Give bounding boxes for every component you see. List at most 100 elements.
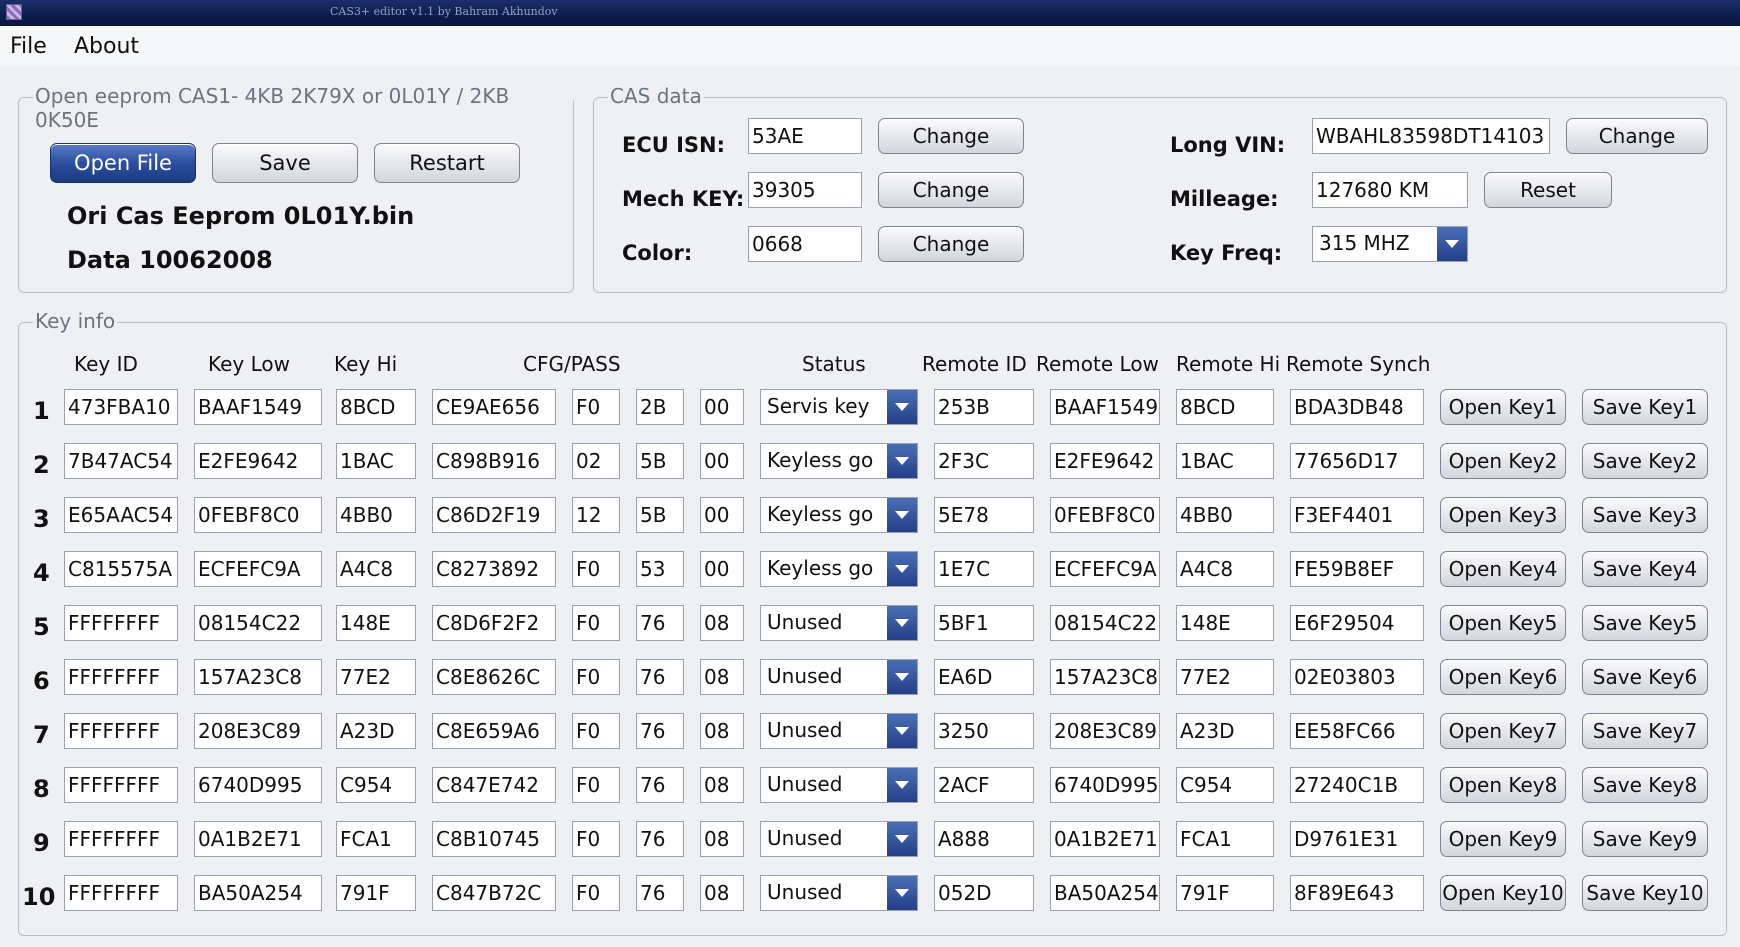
remote-id-field[interactable]: 2F3C xyxy=(934,443,1034,479)
key-id-field[interactable]: 473FBA10 xyxy=(64,389,178,425)
chevron-down-icon[interactable] xyxy=(887,444,917,478)
remote-id-field[interactable]: 2ACF xyxy=(934,767,1034,803)
color-change-button[interactable]: Change xyxy=(878,226,1024,262)
remote-synch-field[interactable]: F3EF4401 xyxy=(1290,497,1424,533)
key-hi-field[interactable]: C954 xyxy=(336,767,416,803)
chevron-down-icon[interactable] xyxy=(887,822,917,856)
key-id-field[interactable]: C815575A xyxy=(64,551,178,587)
remote-low-field[interactable]: 208E3C89 xyxy=(1050,713,1160,749)
pass2-field[interactable]: 76 xyxy=(636,605,684,641)
key-low-field[interactable]: BA50A254 xyxy=(194,875,322,911)
pass3-field[interactable]: 00 xyxy=(700,389,744,425)
cfg-field[interactable]: C898B916 xyxy=(432,443,556,479)
open-key-button[interactable]: Open Key8 xyxy=(1440,767,1566,803)
menu-about[interactable]: About xyxy=(68,32,145,61)
ecu-isn-field[interactable]: 53AE xyxy=(748,118,862,154)
remote-id-field[interactable]: A888 xyxy=(934,821,1034,857)
pass1-field[interactable]: F0 xyxy=(572,551,620,587)
remote-hi-field[interactable]: 148E xyxy=(1176,605,1274,641)
restart-button[interactable]: Restart xyxy=(374,143,520,183)
status-select[interactable]: Unused xyxy=(760,767,918,803)
remote-hi-field[interactable]: 1BAC xyxy=(1176,443,1274,479)
key-low-field[interactable]: 08154C22 xyxy=(194,605,322,641)
remote-synch-field[interactable]: 77656D17 xyxy=(1290,443,1424,479)
key-id-field[interactable]: E65AAC54 xyxy=(64,497,178,533)
save-button[interactable]: Save xyxy=(212,143,358,183)
remote-synch-field[interactable]: D9761E31 xyxy=(1290,821,1424,857)
status-select[interactable]: Servis key xyxy=(760,389,918,425)
chevron-down-icon[interactable] xyxy=(887,498,917,532)
pass2-field[interactable]: 5B xyxy=(636,497,684,533)
remote-low-field[interactable]: 08154C22 xyxy=(1050,605,1160,641)
open-key-button[interactable]: Open Key3 xyxy=(1440,497,1566,533)
remote-low-field[interactable]: BA50A254 xyxy=(1050,875,1160,911)
key-hi-field[interactable]: A23D xyxy=(336,713,416,749)
cfg-field[interactable]: C8D6F2F2 xyxy=(432,605,556,641)
cfg-field[interactable]: C8E659A6 xyxy=(432,713,556,749)
pass3-field[interactable]: 08 xyxy=(700,659,744,695)
key-low-field[interactable]: ECFEFC9A xyxy=(194,551,322,587)
pass1-field[interactable]: F0 xyxy=(572,605,620,641)
remote-low-field[interactable]: E2FE9642 xyxy=(1050,443,1160,479)
chevron-down-icon[interactable] xyxy=(887,876,917,910)
pass2-field[interactable]: 76 xyxy=(636,767,684,803)
pass3-field[interactable]: 00 xyxy=(700,497,744,533)
chevron-down-icon[interactable] xyxy=(887,660,917,694)
pass1-field[interactable]: F0 xyxy=(572,389,620,425)
remote-low-field[interactable]: BAAF1549 xyxy=(1050,389,1160,425)
save-key-button[interactable]: Save Key9 xyxy=(1582,821,1708,857)
key-id-field[interactable]: FFFFFFFF xyxy=(64,605,178,641)
remote-synch-field[interactable]: 27240C1B xyxy=(1290,767,1424,803)
status-select[interactable]: Unused xyxy=(760,713,918,749)
key-id-field[interactable]: FFFFFFFF xyxy=(64,875,178,911)
mech-key-change-button[interactable]: Change xyxy=(878,172,1024,208)
remote-hi-field[interactable]: 77E2 xyxy=(1176,659,1274,695)
pass3-field[interactable]: 08 xyxy=(700,713,744,749)
status-select[interactable]: Unused xyxy=(760,659,918,695)
key-hi-field[interactable]: 791F xyxy=(336,875,416,911)
key-hi-field[interactable]: 4BB0 xyxy=(336,497,416,533)
remote-hi-field[interactable]: FCA1 xyxy=(1176,821,1274,857)
open-key-button[interactable]: Open Key7 xyxy=(1440,713,1566,749)
key-id-field[interactable]: 7B47AC54 xyxy=(64,443,178,479)
save-key-button[interactable]: Save Key6 xyxy=(1582,659,1708,695)
ecu-isn-change-button[interactable]: Change xyxy=(878,118,1024,154)
pass3-field[interactable]: 00 xyxy=(700,551,744,587)
remote-synch-field[interactable]: EE58FC66 xyxy=(1290,713,1424,749)
open-key-button[interactable]: Open Key2 xyxy=(1440,443,1566,479)
save-key-button[interactable]: Save Key3 xyxy=(1582,497,1708,533)
pass1-field[interactable]: F0 xyxy=(572,875,620,911)
open-key-button[interactable]: Open Key1 xyxy=(1440,389,1566,425)
long-vin-field[interactable]: WBAHL83598DT14103 xyxy=(1312,118,1550,154)
pass2-field[interactable]: 76 xyxy=(636,875,684,911)
remote-id-field[interactable]: EA6D xyxy=(934,659,1034,695)
remote-low-field[interactable]: 157A23C8 xyxy=(1050,659,1160,695)
pass2-field[interactable]: 2B xyxy=(636,389,684,425)
status-select[interactable]: Keyless go xyxy=(760,497,918,533)
cfg-field[interactable]: C86D2F19 xyxy=(432,497,556,533)
save-key-button[interactable]: Save Key5 xyxy=(1582,605,1708,641)
menu-file[interactable]: File xyxy=(4,32,53,61)
pass1-field[interactable]: F0 xyxy=(572,659,620,695)
remote-hi-field[interactable]: 791F xyxy=(1176,875,1274,911)
chevron-down-icon[interactable] xyxy=(887,768,917,802)
key-hi-field[interactable]: A4C8 xyxy=(336,551,416,587)
remote-hi-field[interactable]: A4C8 xyxy=(1176,551,1274,587)
key-low-field[interactable]: 208E3C89 xyxy=(194,713,322,749)
pass1-field[interactable]: F0 xyxy=(572,821,620,857)
remote-hi-field[interactable]: 8BCD xyxy=(1176,389,1274,425)
save-key-button[interactable]: Save Key4 xyxy=(1582,551,1708,587)
key-low-field[interactable]: BAAF1549 xyxy=(194,389,322,425)
key-low-field[interactable]: 157A23C8 xyxy=(194,659,322,695)
key-hi-field[interactable]: 77E2 xyxy=(336,659,416,695)
remote-low-field[interactable]: 0FEBF8C0 xyxy=(1050,497,1160,533)
save-key-button[interactable]: Save Key8 xyxy=(1582,767,1708,803)
pass1-field[interactable]: 12 xyxy=(572,497,620,533)
pass1-field[interactable]: F0 xyxy=(572,713,620,749)
pass2-field[interactable]: 76 xyxy=(636,713,684,749)
remote-synch-field[interactable]: BDA3DB48 xyxy=(1290,389,1424,425)
key-low-field[interactable]: 0A1B2E71 xyxy=(194,821,322,857)
milleage-field[interactable]: 127680 KM xyxy=(1312,172,1468,208)
key-hi-field[interactable]: 148E xyxy=(336,605,416,641)
save-key-button[interactable]: Save Key10 xyxy=(1582,875,1708,911)
